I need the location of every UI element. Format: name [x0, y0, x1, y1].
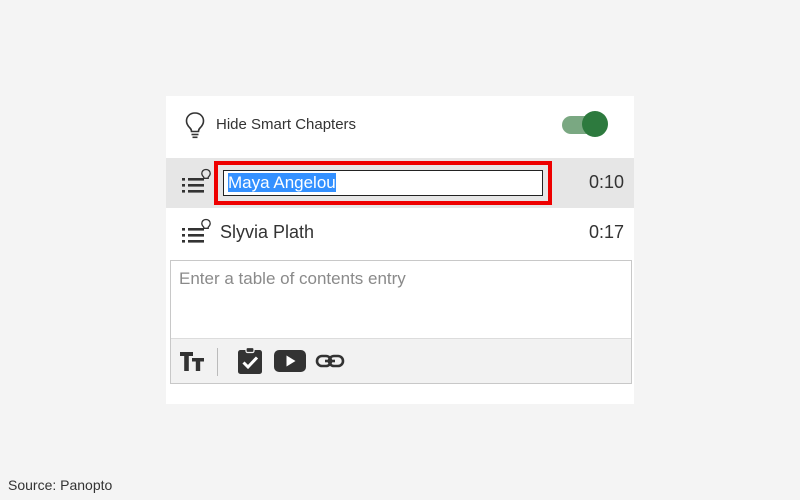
toolbar-divider: [217, 348, 218, 376]
toggle-label: Hide Smart Chapters: [216, 116, 357, 133]
lightbulb-icon: [185, 112, 205, 139]
chapter-row[interactable]: Maya Angelou 0:10: [166, 158, 634, 208]
chapter-time[interactable]: 0:17: [589, 222, 624, 243]
toggle-knob: [582, 111, 608, 137]
checklist-icon[interactable]: [235, 346, 265, 376]
link-icon[interactable]: [315, 346, 345, 376]
chapter-row[interactable]: Slyvia Plath 0:17: [166, 208, 634, 258]
smart-chapter-list-icon: [182, 218, 211, 243]
entry-toolbar: [171, 338, 631, 383]
selected-text: Maya Angelou: [228, 173, 336, 192]
source-caption: Source: Panopto: [8, 477, 113, 493]
table-of-contents-panel: Hide Smart Chapters Maya Angelou 0:10 Sl…: [166, 96, 634, 404]
highlight-box: Maya Angelou: [214, 161, 552, 205]
chapter-title-input[interactable]: Maya Angelou: [223, 170, 543, 196]
video-icon[interactable]: [273, 346, 307, 376]
chapter-title[interactable]: Slyvia Plath: [220, 222, 314, 243]
chapter-time[interactable]: 0:10: [589, 172, 624, 193]
text-format-icon[interactable]: [177, 346, 207, 376]
toc-entry-editor[interactable]: Enter a table of contents entry: [170, 260, 632, 384]
smart-chapters-toggle-row: Hide Smart Chapters: [166, 96, 634, 154]
smart-chapter-list-icon: [182, 168, 211, 193]
entry-placeholder: Enter a table of contents entry: [179, 269, 406, 288]
smart-chapters-toggle[interactable]: [562, 110, 612, 138]
